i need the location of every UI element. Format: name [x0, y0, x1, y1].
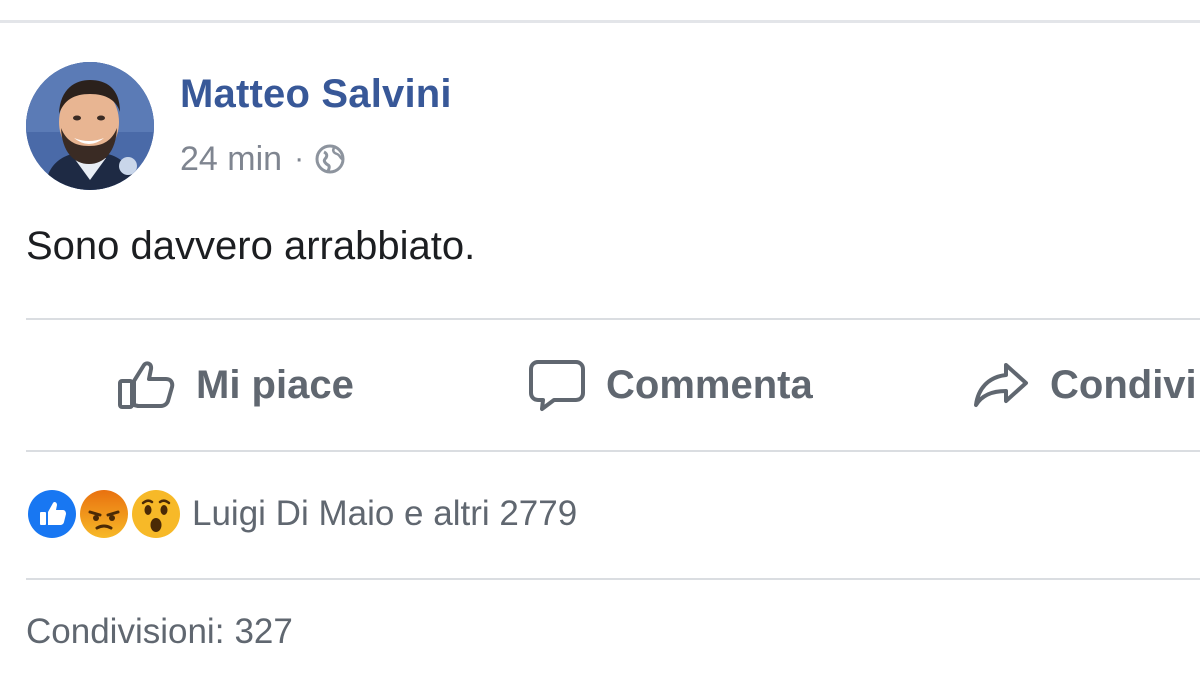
avatar-image — [26, 62, 154, 190]
post-timestamp[interactable]: 24 min — [180, 140, 282, 179]
angry-reaction-icon — [78, 488, 130, 540]
facebook-post: Matteo Salvini 24 min · Sono davvero arr… — [0, 0, 1200, 675]
author-name[interactable]: Matteo Salvini — [180, 72, 452, 117]
divider — [26, 450, 1200, 452]
comment-button[interactable]: Commenta — [528, 322, 813, 448]
shares-count[interactable]: Condivisioni: 327 — [26, 612, 293, 652]
like-button[interactable]: Mi piace — [116, 322, 354, 448]
author-avatar[interactable] — [26, 62, 154, 190]
divider — [26, 578, 1200, 580]
post-meta: 24 min · — [180, 139, 346, 179]
reaction-icons-group — [26, 486, 182, 542]
meta-separator: · — [294, 142, 305, 175]
comment-button-label: Commenta — [606, 362, 813, 407]
reactions-summary-text[interactable]: Luigi Di Maio e altri 2779 — [192, 494, 577, 534]
share-button-label: Condivi — [1050, 362, 1197, 407]
post-body-text: Sono davvero arrabbiato. — [26, 224, 476, 268]
wow-reaction-icon — [130, 488, 182, 540]
top-divider — [0, 20, 1200, 23]
globe-icon[interactable] — [314, 143, 346, 175]
like-reaction-icon — [26, 488, 78, 540]
comment-bubble-icon — [529, 360, 585, 411]
like-button-label: Mi piace — [196, 362, 354, 407]
shares-label: Condivisioni: — [26, 612, 225, 651]
reactions-summary[interactable]: Luigi Di Maio e altri 2779 — [26, 486, 577, 542]
divider — [26, 318, 1200, 320]
thumbs-up-icon — [118, 361, 175, 409]
share-button[interactable]: Condivi — [972, 322, 1197, 448]
share-arrow-icon — [974, 363, 1028, 407]
post-action-bar: Mi piace Commenta Condivi — [0, 322, 1200, 448]
shares-number: 327 — [234, 612, 293, 651]
